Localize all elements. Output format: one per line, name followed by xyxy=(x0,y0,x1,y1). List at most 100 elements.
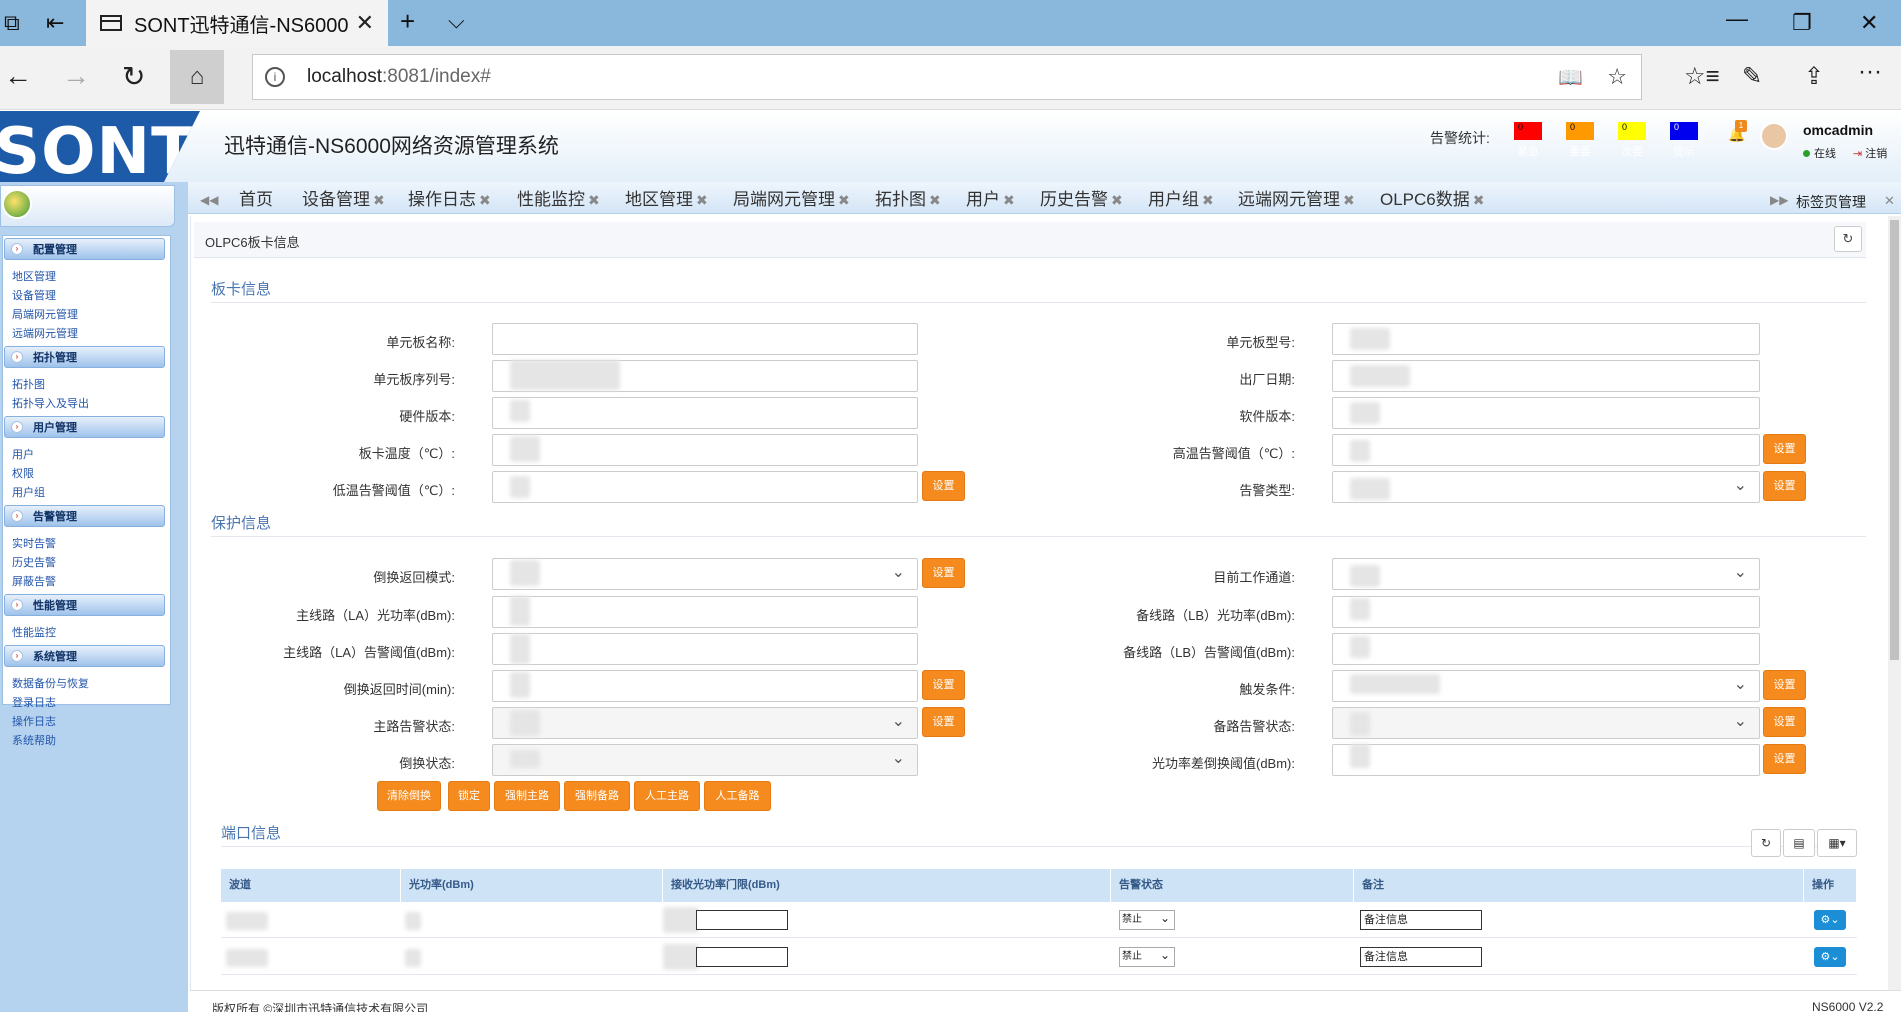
sidebar-group-5[interactable]: › 系统管理 xyxy=(4,645,165,667)
high-temp-set-button[interactable]: 设置 xyxy=(1763,434,1806,464)
protect-left-input-1[interactable] xyxy=(492,596,918,628)
tab-4[interactable]: 地区管理 ✖ xyxy=(625,185,708,210)
switch-return-mode-set-button[interactable]: 设置 xyxy=(922,558,965,588)
tab-close-icon[interactable]: ✖ xyxy=(1003,192,1015,208)
protect-right-input-1[interactable] xyxy=(1332,596,1760,628)
protect-right-input-2[interactable] xyxy=(1332,633,1760,665)
tab-close-icon[interactable]: ✖ xyxy=(1343,192,1355,208)
sidebar-item[interactable]: 性能监控 xyxy=(12,624,56,640)
close-tab-icon[interactable]: ✕ xyxy=(356,10,374,36)
sidebar-group-4[interactable]: › 性能管理 xyxy=(4,594,165,616)
board-left-input-4[interactable] xyxy=(492,471,918,503)
sidebar-item[interactable]: 拓扑导入及导出 xyxy=(12,395,89,411)
protect-left-input-4[interactable] xyxy=(492,707,918,739)
tab-close-icon[interactable]: ✖ xyxy=(373,192,385,208)
tabs-prev-icon[interactable]: ◀◀ xyxy=(200,193,218,207)
threshold-input[interactable] xyxy=(696,910,788,930)
action-button-1[interactable]: 锁定 xyxy=(448,781,490,811)
sidebar-item[interactable]: 系统帮助 xyxy=(12,732,56,748)
action-button-4[interactable]: 人工主路 xyxy=(634,781,700,811)
favorites-list-icon[interactable]: ☆≡ xyxy=(1684,62,1720,91)
sidebar-item[interactable]: 地区管理 xyxy=(12,268,56,284)
board-right-input-4[interactable] xyxy=(1332,471,1760,503)
board-right-input-2[interactable] xyxy=(1332,397,1760,429)
scrollbar-thumb[interactable] xyxy=(1890,220,1899,660)
more-icon[interactable]: ··· xyxy=(1858,58,1882,86)
sidebar-item[interactable]: 设备管理 xyxy=(12,287,56,303)
tab-0[interactable]: 首页 xyxy=(239,185,273,210)
note-input[interactable]: 备注信息 xyxy=(1360,910,1482,930)
back-arrow-icon[interactable]: ← xyxy=(4,60,32,92)
alarm-type-set-button[interactable]: 设置 xyxy=(1763,471,1806,501)
sidebar-item[interactable]: 局端网元管理 xyxy=(12,306,78,322)
board-left-input-2[interactable] xyxy=(492,397,918,429)
trigger-condition-set-button[interactable]: 设置 xyxy=(1763,670,1806,700)
tab-close-icon[interactable]: ✖ xyxy=(1202,192,1214,208)
sidebar-item[interactable]: 数据备份与恢复 xyxy=(12,675,89,691)
board-right-input-0[interactable] xyxy=(1332,323,1760,355)
table-columns-button[interactable]: ▦▾ xyxy=(1817,829,1857,857)
tab-close-icon[interactable]: ✖ xyxy=(929,192,941,208)
power-diff-threshold-set-button[interactable]: 设置 xyxy=(1763,744,1806,774)
tab-7[interactable]: 用户 ✖ xyxy=(966,185,1015,210)
operation-gear-button[interactable]: ⚙⌄ xyxy=(1814,947,1846,967)
sidebar-item[interactable]: 用户 xyxy=(12,446,34,462)
threshold-input[interactable] xyxy=(696,947,788,967)
sidebar-item[interactable]: 屏蔽告警 xyxy=(12,573,56,589)
alarm-status-select[interactable]: 禁止 xyxy=(1119,909,1175,930)
sidebar-item[interactable]: 登录日志 xyxy=(12,694,56,710)
board-left-input-0[interactable] xyxy=(492,323,918,355)
table-toggle-button[interactable]: ▤ xyxy=(1783,829,1815,857)
protect-right-input-5[interactable] xyxy=(1332,744,1760,776)
tab-close-icon[interactable]: ✖ xyxy=(696,192,708,208)
url-input[interactable]: i localhost:8081/index# 📖 ☆ xyxy=(252,54,1642,100)
page-refresh-button[interactable]: ↻ xyxy=(1834,226,1862,252)
board-right-input-3[interactable] xyxy=(1332,434,1760,466)
alarm-count-2[interactable]: 0 xyxy=(1618,122,1646,140)
tab-5[interactable]: 局端网元管理 ✖ xyxy=(733,185,850,210)
protect-left-input-0[interactable] xyxy=(492,558,918,590)
tab-11[interactable]: OLPC6数据 ✖ xyxy=(1380,185,1484,210)
tab-6[interactable]: 拓扑图 ✖ xyxy=(875,185,941,210)
sidebar-item[interactable]: 实时告警 xyxy=(12,535,56,551)
new-tab-icon[interactable]: + xyxy=(400,6,415,37)
action-button-5[interactable]: 人工备路 xyxy=(704,781,771,811)
favorite-star-icon[interactable]: ☆ xyxy=(1607,64,1627,90)
alarm-status-select[interactable]: 禁止 xyxy=(1119,946,1175,967)
window-close-icon[interactable]: ✕ xyxy=(1860,10,1878,36)
note-input[interactable]: 备注信息 xyxy=(1360,947,1482,967)
board-left-input-3[interactable] xyxy=(492,434,918,466)
tab-3[interactable]: 性能监控 ✖ xyxy=(517,185,600,210)
tab-9[interactable]: 用户组 ✖ xyxy=(1148,185,1214,210)
sidebar-group-0[interactable]: › 配置管理 xyxy=(4,238,165,260)
protect-right-input-0[interactable] xyxy=(1332,558,1760,590)
back-tabs-icon[interactable]: ⇤ xyxy=(46,10,64,36)
logout-link[interactable]: ⇥ 注销 xyxy=(1853,145,1887,161)
minimize-icon[interactable]: — xyxy=(1726,6,1748,32)
tab-8[interactable]: 历史告警 ✖ xyxy=(1040,185,1123,210)
sidebar-item[interactable]: 操作日志 xyxy=(12,713,56,729)
tab-actions-icon[interactable]: ⧉ xyxy=(4,10,20,36)
pen-notes-icon[interactable]: ✎ xyxy=(1742,62,1762,91)
tab-2[interactable]: 操作日志 ✖ xyxy=(408,185,491,210)
backup-alarm-status-set-button[interactable]: 设置 xyxy=(1763,707,1806,737)
main-alarm-status-set-button[interactable]: 设置 xyxy=(922,707,965,737)
protect-left-input-5[interactable] xyxy=(492,744,918,776)
sidebar-item[interactable]: 远端网元管理 xyxy=(12,325,78,341)
sidebar-item[interactable]: 历史告警 xyxy=(12,554,56,570)
protect-left-input-2[interactable] xyxy=(492,633,918,665)
action-button-2[interactable]: 强制主路 xyxy=(494,781,560,811)
restore-icon[interactable]: ❐ xyxy=(1792,10,1812,36)
sidebar-group-1[interactable]: › 拓扑管理 xyxy=(4,346,165,368)
share-icon[interactable]: ⇪ xyxy=(1804,62,1824,91)
action-button-0[interactable]: 清除倒换 xyxy=(377,781,441,811)
tab-1[interactable]: 设备管理 ✖ xyxy=(302,185,385,210)
sidebar-item[interactable]: 权限 xyxy=(12,465,34,481)
tab-close-icon[interactable]: ✖ xyxy=(588,192,600,208)
alarm-count-0[interactable]: 0 xyxy=(1514,122,1542,140)
tab-10[interactable]: 远端网元管理 ✖ xyxy=(1238,185,1355,210)
operation-gear-button[interactable]: ⚙⌄ xyxy=(1814,910,1846,930)
tab-close-icon[interactable]: ✖ xyxy=(1111,192,1123,208)
reading-view-icon[interactable]: 📖 xyxy=(1558,65,1583,90)
protect-left-input-3[interactable] xyxy=(492,670,918,702)
